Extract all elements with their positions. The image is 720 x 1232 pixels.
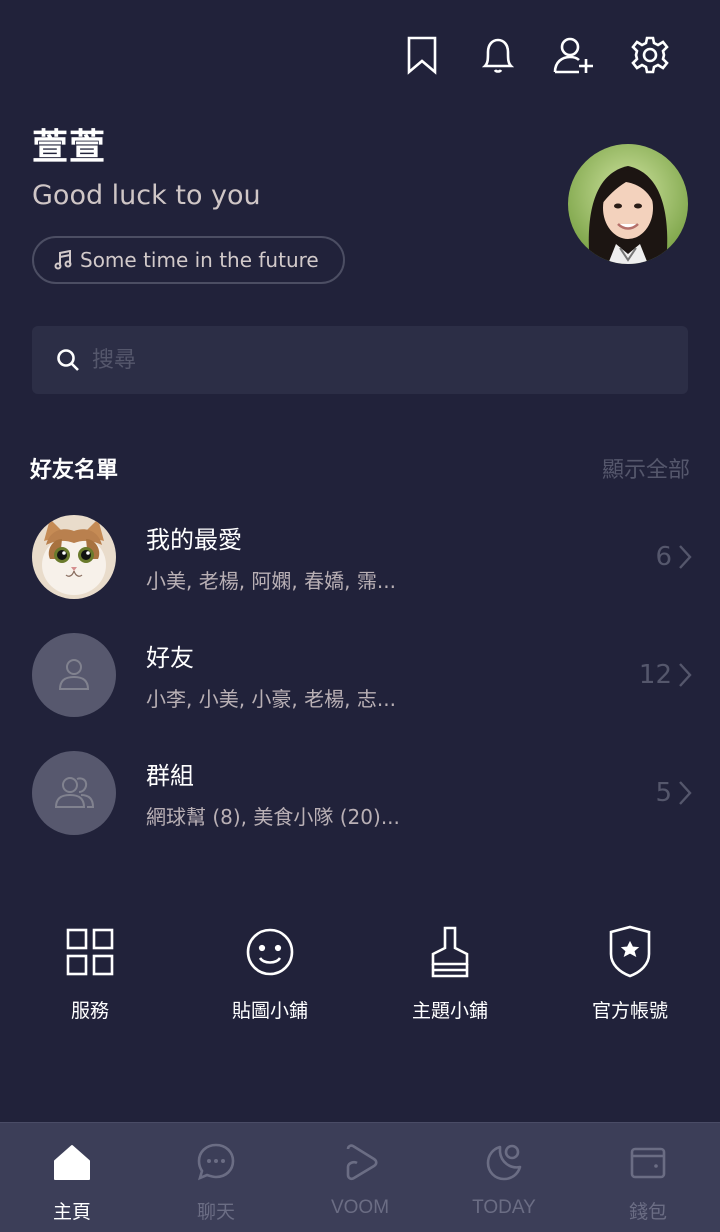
nav-label: 錢包 xyxy=(628,1202,667,1223)
search-bar[interactable] xyxy=(32,326,688,394)
service-label: 服務 xyxy=(70,1000,109,1022)
status-message[interactable]: Good luck to you xyxy=(32,180,261,211)
nav-tab-chat[interactable]: 聊天 xyxy=(144,1123,288,1232)
music-title: Some time in the future xyxy=(80,248,319,272)
list-item-friends[interactable]: 好友 小李, 小美, 小豪, 老楊, 志... 12 xyxy=(32,616,692,734)
group-icon xyxy=(54,777,95,808)
list-item-groups[interactable]: 群組 網球幫 (8), 美食小隊 (20)... 5 xyxy=(32,734,692,852)
home-icon xyxy=(54,1145,90,1180)
groups-avatar xyxy=(32,751,116,835)
brush-icon xyxy=(431,926,469,978)
music-note-icon xyxy=(54,250,72,270)
smiley-icon xyxy=(246,928,294,976)
add-friend-icon[interactable] xyxy=(536,30,612,80)
profile-music-pill[interactable]: Some time in the future xyxy=(32,236,345,284)
list-item-title: 群組 xyxy=(146,762,194,790)
chevron-right-icon xyxy=(679,781,692,805)
search-input[interactable] xyxy=(92,347,652,373)
profile-name[interactable]: 萱萱 xyxy=(32,118,106,170)
settings-icon[interactable] xyxy=(612,30,688,80)
nav-label: 聊天 xyxy=(196,1202,235,1223)
chevron-right-icon xyxy=(679,545,692,569)
chat-icon xyxy=(197,1143,235,1181)
nav-tab-voom[interactable]: VOOM xyxy=(288,1123,432,1232)
bookmark-icon[interactable] xyxy=(384,30,460,80)
list-item-title: 好友 xyxy=(146,644,194,672)
service-button-sticker-shop[interactable]: 貼圖小鋪 xyxy=(180,924,360,1023)
service-button-services[interactable]: 服務 xyxy=(0,924,180,1023)
profile-avatar[interactable] xyxy=(568,144,688,264)
list-item-count-group: 12 xyxy=(639,660,692,690)
list-item-subtitle: 小美, 老楊, 阿嫻, 春嬌, 霈... xyxy=(146,569,396,593)
list-item-count-group: 5 xyxy=(655,778,692,808)
grid-icon xyxy=(66,928,114,976)
list-item-subtitle: 小李, 小美, 小豪, 老楊, 志... xyxy=(146,687,396,711)
list-item-count: 6 xyxy=(655,542,672,572)
nav-label: VOOM xyxy=(330,1197,390,1218)
voom-play-icon xyxy=(346,1144,378,1181)
list-item-title: 我的最愛 xyxy=(146,526,242,554)
top-action-bar xyxy=(384,30,688,80)
list-item-count-group: 6 xyxy=(655,542,692,572)
service-label: 官方帳號 xyxy=(591,1000,668,1022)
service-button-theme-shop[interactable]: 主題小鋪 xyxy=(360,924,540,1023)
bell-icon[interactable] xyxy=(460,30,536,80)
friends-list-title: 好友名單 xyxy=(30,458,119,483)
today-icon xyxy=(486,1144,522,1181)
list-item-count: 5 xyxy=(655,778,672,808)
list-item-favorites[interactable]: 我的最愛 小美, 老楊, 阿嫻, 春嬌, 霈... 6 xyxy=(32,498,692,616)
friends-avatar xyxy=(32,633,116,717)
chevron-right-icon xyxy=(679,663,692,687)
wallet-icon xyxy=(630,1147,666,1179)
services-row: 服務 貼圖小鋪 主題小鋪 官方帳號 xyxy=(0,924,720,1023)
nav-tab-today[interactable]: TODAY xyxy=(432,1123,576,1232)
list-item-subtitle: 網球幫 (8), 美食小隊 (20)... xyxy=(146,805,400,829)
friends-list: 我的最愛 小美, 老楊, 阿嫻, 春嬌, 霈... 6 好友 小李, 小美, 小… xyxy=(32,498,692,852)
friends-list-header: 好友名單 顯示全部 xyxy=(30,452,690,484)
nav-tab-wallet[interactable]: 錢包 xyxy=(576,1123,720,1232)
list-item-count: 12 xyxy=(638,660,672,690)
show-all-link[interactable]: 顯示全部 xyxy=(602,452,690,484)
search-icon xyxy=(57,349,79,371)
nav-label: TODAY xyxy=(472,1197,536,1218)
service-label: 主題小鋪 xyxy=(411,1000,488,1022)
nav-tab-home[interactable]: 主頁 xyxy=(0,1123,144,1232)
favorites-avatar xyxy=(32,515,116,599)
person-icon xyxy=(58,659,90,690)
bottom-nav: 主頁 聊天 VOOM TODAY 錢包 xyxy=(0,1122,720,1232)
service-button-official-accounts[interactable]: 官方帳號 xyxy=(540,924,720,1023)
service-label: 貼圖小鋪 xyxy=(231,1000,308,1022)
shield-star-icon xyxy=(609,925,651,978)
nav-label: 主頁 xyxy=(52,1202,91,1223)
